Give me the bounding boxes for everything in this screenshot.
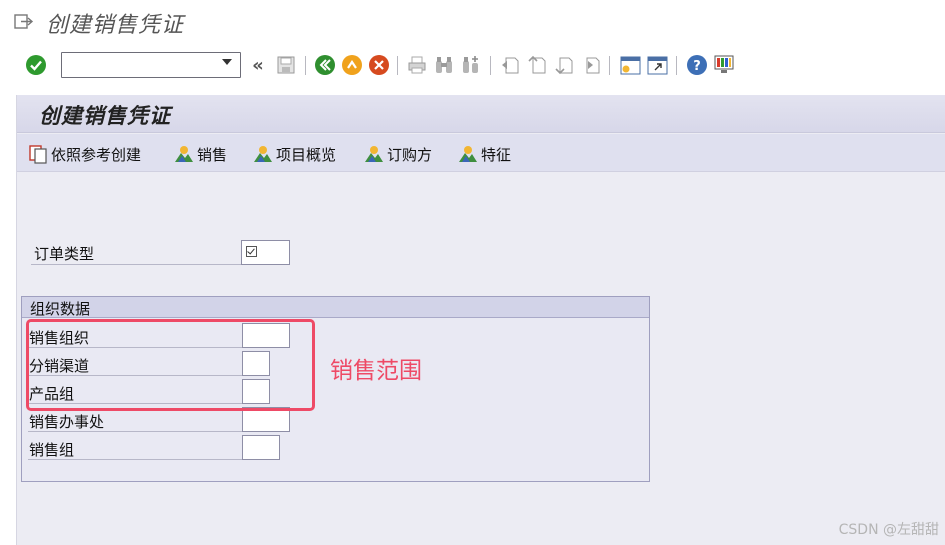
last-page-button[interactable] <box>580 54 602 76</box>
toolbar-divider <box>397 56 398 75</box>
svg-text:?: ? <box>693 59 701 74</box>
previous-page-button[interactable] <box>526 54 548 76</box>
system-toolbar: « ? <box>0 44 945 87</box>
next-page-icon <box>555 57 573 75</box>
order-type-label: 订单类型 <box>34 245 95 263</box>
sales-group-field[interactable] <box>242 435 280 460</box>
sales-label: 销售 <box>197 145 228 164</box>
save-icon <box>277 56 295 74</box>
command-field[interactable] <box>61 52 241 78</box>
org-data-header: 组织数据 <box>22 297 649 318</box>
mountain-sun-icon <box>175 146 193 162</box>
toolbar-divider <box>490 56 491 75</box>
back-button[interactable] <box>314 54 336 76</box>
required-check-icon <box>246 246 257 257</box>
sales-group-label: 销售组 <box>29 441 75 459</box>
toolbar-divider <box>305 56 306 75</box>
previous-page-icon <box>528 55 546 74</box>
org-data-title: 组织数据 <box>30 300 91 318</box>
sales-button[interactable]: 销售 <box>174 143 227 165</box>
item-overview-label: 项目概览 <box>276 145 337 164</box>
command-input[interactable] <box>64 55 214 75</box>
exit-menu-icon[interactable] <box>14 13 34 30</box>
exit-button[interactable] <box>341 54 363 76</box>
enter-button[interactable] <box>25 54 47 76</box>
cancel-button[interactable] <box>368 54 390 76</box>
order-type-field[interactable] <box>241 240 290 265</box>
chevron-down-icon[interactable] <box>222 59 232 65</box>
help-button[interactable]: ? <box>686 54 708 76</box>
first-page-button[interactable] <box>499 54 521 76</box>
collapse-command-button[interactable]: « <box>247 54 269 76</box>
sold-to-party-button[interactable]: 订购方 <box>364 143 432 165</box>
help-icon: ? <box>687 55 707 75</box>
screen-title: 创建销售凭证 <box>39 104 171 128</box>
print-button[interactable] <box>406 54 428 76</box>
save-button[interactable] <box>275 54 297 76</box>
exit-icon <box>342 55 362 75</box>
characteristics-button[interactable]: 特征 <box>458 143 511 165</box>
sold-to-party-label: 订购方 <box>387 145 433 164</box>
binoculars-plus-icon <box>463 56 478 73</box>
sales-office-label: 销售办事处 <box>29 413 105 431</box>
label-underline <box>28 459 242 460</box>
sales-area-annotation: 销售范围 <box>330 358 422 384</box>
cancel-icon <box>369 55 389 75</box>
back-icon <box>315 55 335 75</box>
mountain-sun-icon <box>254 146 272 162</box>
item-overview-button[interactable]: 项目概览 <box>253 143 336 165</box>
find-button[interactable] <box>433 54 455 76</box>
toolbar-divider <box>609 56 610 75</box>
copy-reference-icon <box>29 144 47 164</box>
double-left-arrow-icon: « <box>252 54 264 76</box>
monitor-icon <box>714 55 734 73</box>
customize-layout-button[interactable] <box>713 54 735 76</box>
next-page-button[interactable] <box>553 54 575 76</box>
sales-group-input[interactable] <box>243 436 279 459</box>
create-session-button[interactable] <box>619 54 641 76</box>
shortcut-window-icon <box>647 56 667 74</box>
binoculars-icon <box>436 57 452 73</box>
screen-title-bar: 创建销售凭证 <box>17 95 945 133</box>
mountain-sun-icon <box>365 146 383 162</box>
toolbar-divider <box>676 56 677 75</box>
last-page-icon <box>586 57 600 74</box>
new-window-icon <box>620 56 640 74</box>
first-page-icon <box>502 57 519 74</box>
label-underline <box>31 264 241 265</box>
shortcut-button[interactable] <box>646 54 668 76</box>
create-with-reference-label: 依照参考创建 <box>51 145 142 164</box>
sales-office-input[interactable] <box>243 408 289 431</box>
printer-icon <box>408 56 426 74</box>
label-underline <box>28 431 242 432</box>
find-next-button[interactable] <box>460 54 482 76</box>
application-toolbar: 依照参考创建 销售 项目概览 订购方 特征 <box>17 134 945 172</box>
create-with-reference-button[interactable]: 依照参考创建 <box>29 143 141 165</box>
green-check-icon <box>26 55 46 75</box>
characteristics-label: 特征 <box>481 145 512 164</box>
window-title: 创建销售凭证 <box>46 13 185 38</box>
title-bar: 创建销售凭证 <box>0 0 945 44</box>
sales-area-highlight-box <box>26 319 315 411</box>
watermark: CSDN @左甜甜 <box>838 522 939 538</box>
mountain-sun-icon <box>459 146 477 162</box>
